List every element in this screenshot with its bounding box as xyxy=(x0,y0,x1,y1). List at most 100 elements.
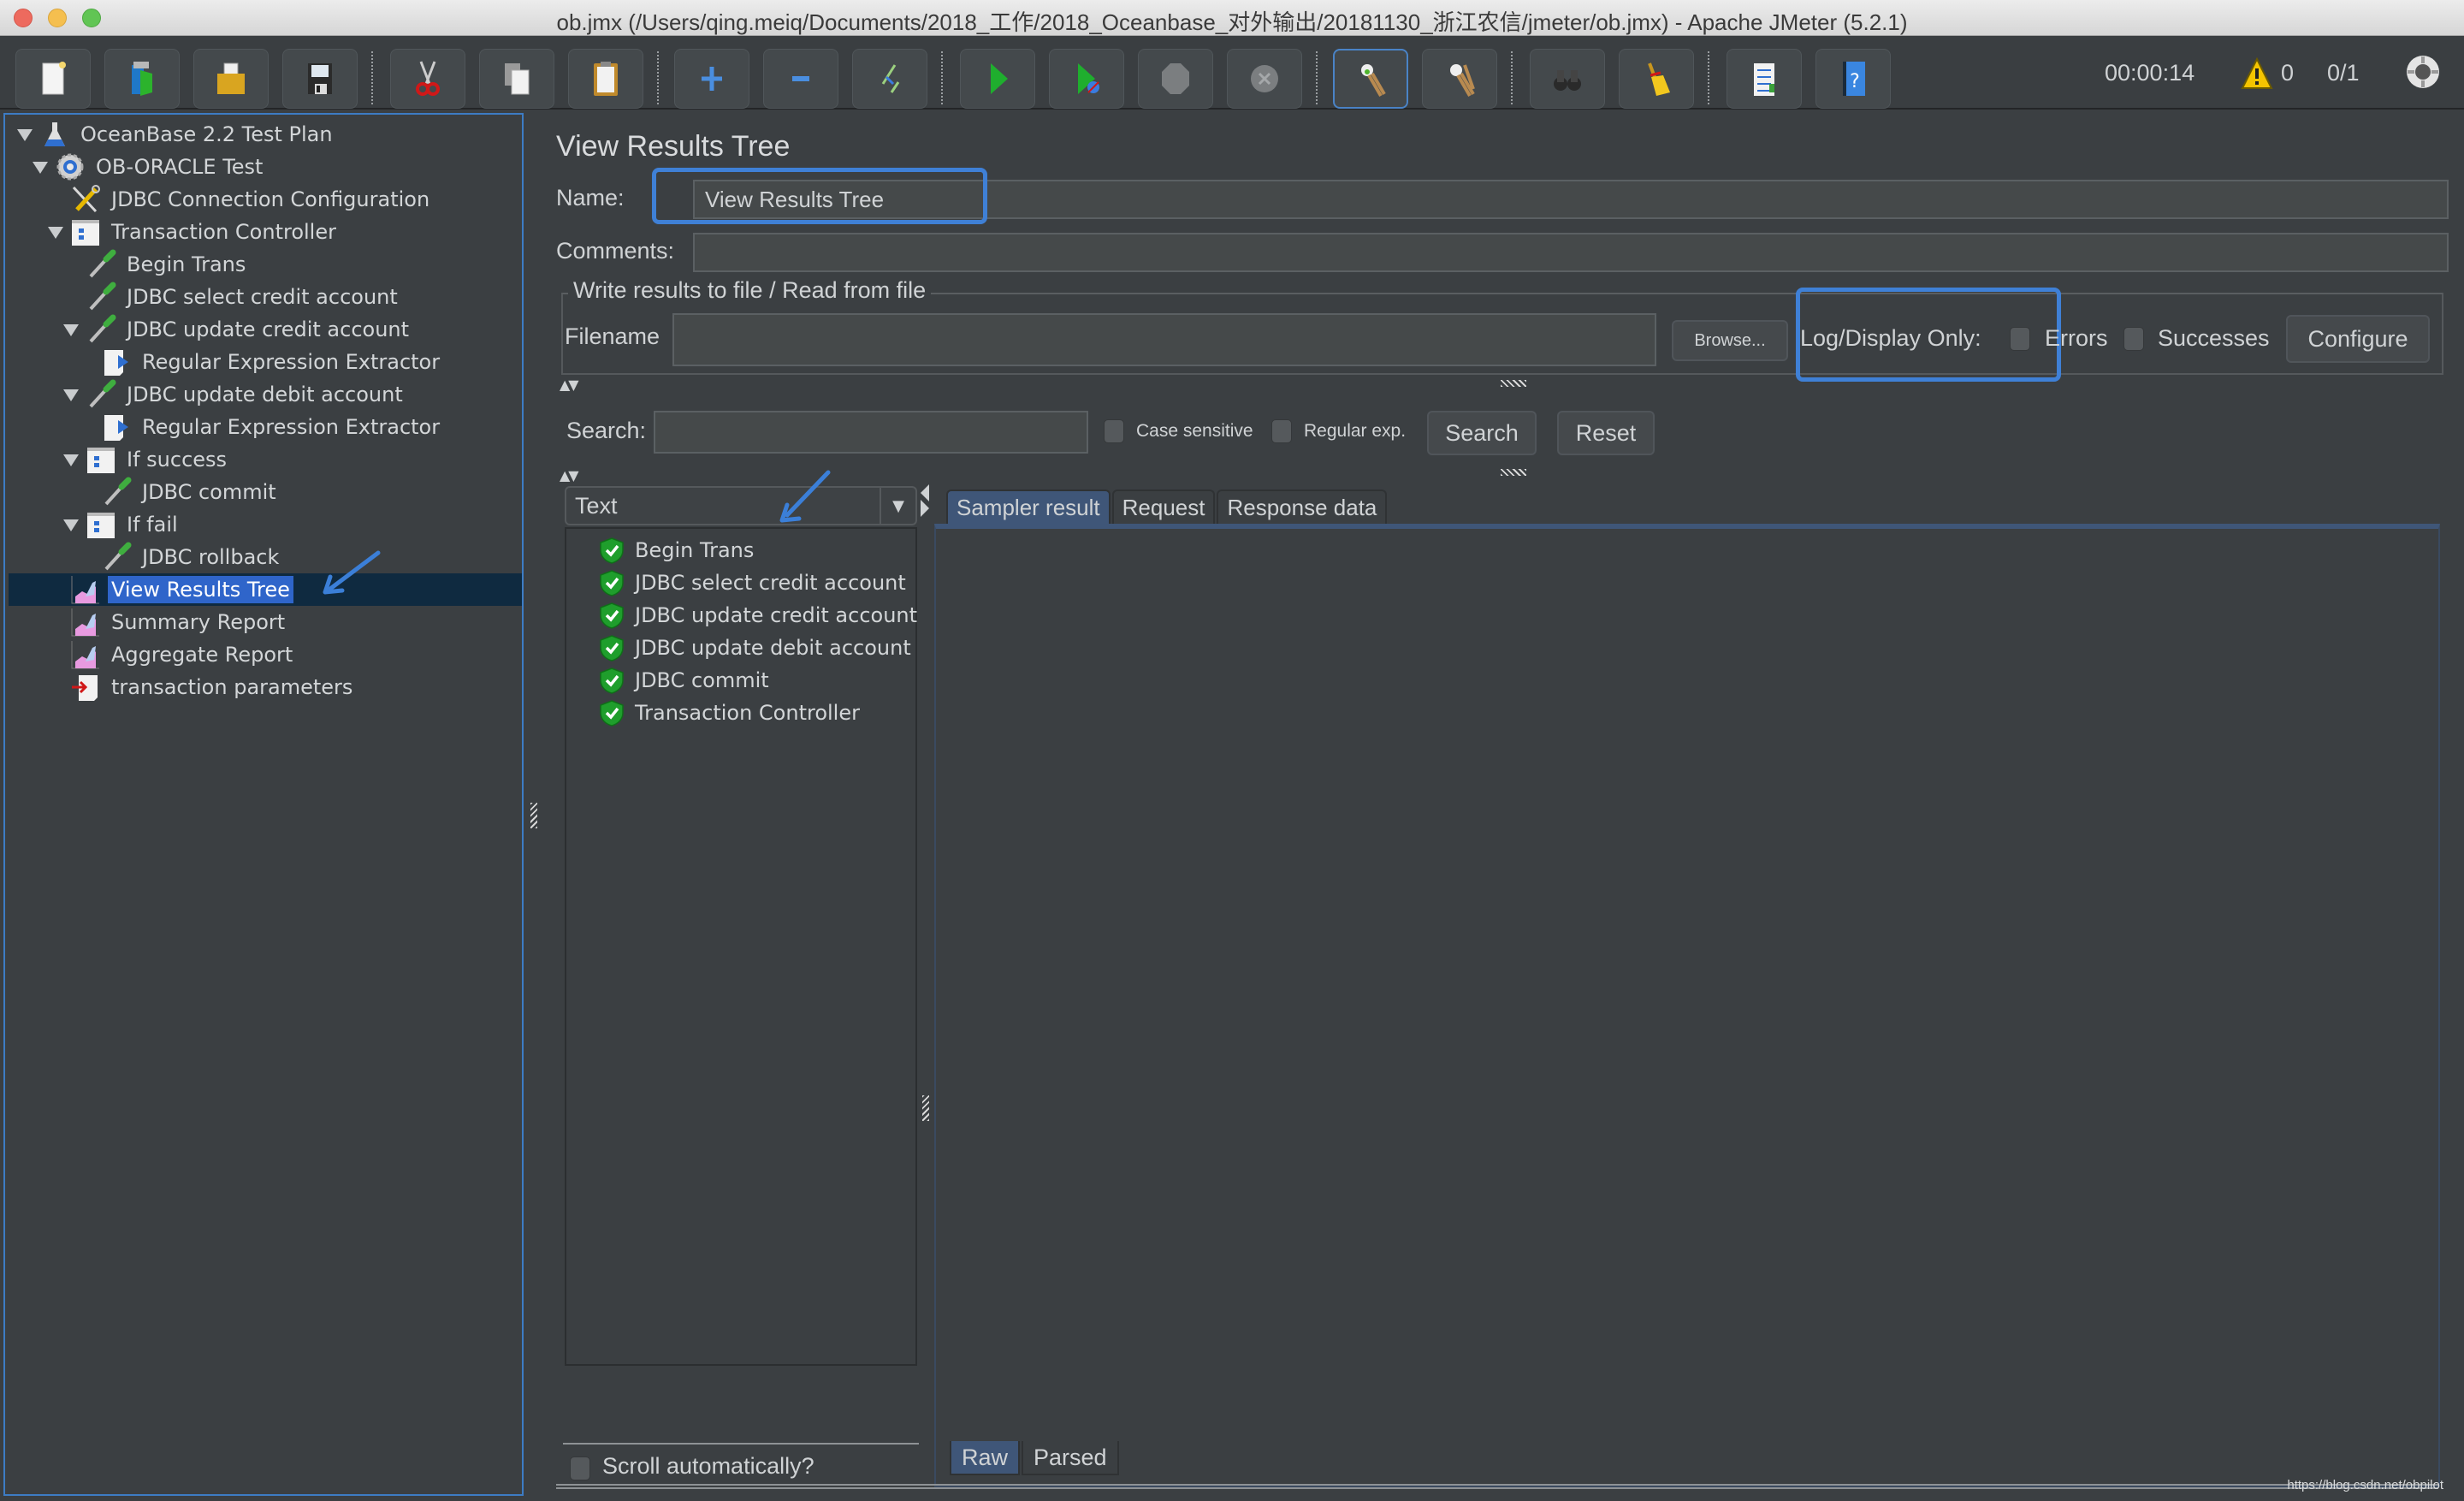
tab-parsed[interactable]: Parsed xyxy=(1022,1441,1119,1475)
split-grip-handle[interactable] xyxy=(530,803,537,828)
tree-item[interactable]: JDBC update debit account xyxy=(62,378,406,411)
sample-results-tree[interactable]: Begin Trans JDBC select credit account JDB… xyxy=(565,527,917,1366)
tree-item[interactable]: Regular Expression Extractor xyxy=(77,411,443,443)
tree-item[interactable]: Begin Trans xyxy=(62,248,249,281)
warning-icon[interactable] xyxy=(2240,56,2274,91)
tree-item-label: If success xyxy=(127,448,228,472)
shutdown-button[interactable] xyxy=(1227,49,1302,109)
annotation-arrow xyxy=(323,550,381,595)
expand-toggle-icon[interactable] xyxy=(62,515,80,534)
result-item[interactable]: Begin Trans xyxy=(599,534,754,567)
tree-item[interactable]: JDBC update credit account xyxy=(62,313,412,346)
tree-item[interactable]: OceanBase 2.2 Test Plan xyxy=(15,118,336,151)
result-item-label: Begin Trans xyxy=(635,538,755,562)
comments-input[interactable] xyxy=(693,233,2449,272)
expand-toggle-icon[interactable] xyxy=(62,385,80,404)
filename-input[interactable] xyxy=(672,313,1656,366)
tree-item[interactable]: Regular Expression Extractor xyxy=(77,346,443,378)
tab-raw[interactable]: Raw xyxy=(950,1441,1021,1475)
divider xyxy=(563,1443,919,1446)
configure-button[interactable]: Configure xyxy=(2286,315,2430,363)
tree-item[interactable]: If fail xyxy=(62,508,181,541)
split-grip-handle[interactable] xyxy=(922,1095,929,1121)
search-input[interactable] xyxy=(654,411,1088,454)
file-search-splitter[interactable]: ▲▼ xyxy=(553,375,2443,393)
tree-item[interactable]: View Results Tree xyxy=(46,573,293,606)
cut-button[interactable] xyxy=(390,49,465,109)
expand-toggle-icon[interactable] xyxy=(31,157,50,176)
help-button[interactable]: ? xyxy=(1815,49,1891,109)
paste-button[interactable] xyxy=(568,49,643,109)
renderer-select[interactable]: Text ▼ xyxy=(565,486,917,525)
comments-label: Comments: xyxy=(556,238,675,264)
case-sensitive-checkbox[interactable] xyxy=(1104,419,1124,443)
search-tree-button[interactable] xyxy=(1530,49,1605,109)
tree-item[interactable]: OB-ORACLE Test xyxy=(31,151,266,183)
expand-toggle-icon[interactable] xyxy=(62,450,80,469)
controller-icon xyxy=(70,217,101,247)
warning-count[interactable]: 0 xyxy=(2281,60,2294,86)
copy-icon xyxy=(505,63,530,95)
chevron-down-icon[interactable]: ▼ xyxy=(880,488,915,524)
errors-checkbox[interactable] xyxy=(2010,327,2030,351)
expand-all-button[interactable] xyxy=(674,49,749,109)
result-item[interactable]: Transaction Controller xyxy=(599,697,860,729)
tree-item[interactable]: If success xyxy=(62,443,230,476)
search-button[interactable]: Search xyxy=(1427,411,1537,455)
result-item-label: JDBC select credit account xyxy=(635,571,906,595)
splitter-arrows-icon[interactable]: ▲▼ xyxy=(560,467,579,484)
splitter-arrows-icon[interactable]: ▲▼ xyxy=(560,377,579,393)
collapse-all-button[interactable] xyxy=(763,49,838,109)
split-grip-handle[interactable] xyxy=(1501,469,1526,476)
new-button[interactable] xyxy=(15,49,91,109)
window-title: ob.jmx (/Users/qing.meiq/Documents/2018_… xyxy=(556,9,1908,35)
reset-search-button[interactable] xyxy=(1619,49,1694,109)
result-item[interactable]: JDBC commit xyxy=(599,664,769,697)
split-grip-handle[interactable] xyxy=(1501,380,1526,387)
stop-button[interactable] xyxy=(1138,49,1213,109)
tree-item[interactable]: JDBC rollback xyxy=(77,541,282,573)
toggle-button[interactable] xyxy=(852,49,927,109)
copy-button[interactable] xyxy=(479,49,554,109)
result-item[interactable]: JDBC update credit account xyxy=(599,599,917,632)
tree-item[interactable]: Aggregate Report xyxy=(46,638,296,671)
templates-button[interactable] xyxy=(104,49,180,109)
tree-item[interactable]: transaction parameters xyxy=(46,671,356,703)
test-plan-tree[interactable]: OceanBase 2.2 Test Plan OB-ORACLE Test JDB… xyxy=(3,113,524,1496)
main-split-divider[interactable] xyxy=(524,111,548,1498)
clear-button[interactable] xyxy=(1333,49,1408,109)
open-button[interactable] xyxy=(193,49,269,109)
successes-checkbox[interactable] xyxy=(2123,327,2144,351)
result-item[interactable]: JDBC select credit account xyxy=(599,567,906,599)
templates-icon xyxy=(132,62,152,96)
expand-toggle-icon[interactable] xyxy=(15,125,34,144)
start-button[interactable] xyxy=(960,49,1035,109)
tree-item[interactable]: JDBC select credit account xyxy=(62,281,401,313)
reset-button[interactable]: Reset xyxy=(1557,411,1655,455)
result-item[interactable]: JDBC update debit account xyxy=(599,632,911,664)
result-item-label: JDBC update credit account xyxy=(635,603,918,627)
remote-engines-icon[interactable] xyxy=(2404,53,2442,91)
tab-sampler-result[interactable]: Sampler result xyxy=(946,489,1111,524)
splitter-arrows-icon[interactable] xyxy=(919,483,931,517)
browse-button[interactable]: Browse... xyxy=(1672,320,1788,361)
svg-text:?: ? xyxy=(1850,71,1860,92)
expand-toggle-icon[interactable] xyxy=(46,222,65,241)
expand-toggle-icon[interactable] xyxy=(62,320,80,339)
regular-exp-checkbox[interactable] xyxy=(1271,419,1292,443)
tab-response-data[interactable]: Response data xyxy=(1217,489,1388,524)
start-no-pauses-button[interactable] xyxy=(1049,49,1124,109)
file-group-title: Write results to file / Read from file xyxy=(568,277,932,304)
list-detail-splitter[interactable] xyxy=(917,479,934,1489)
save-button[interactable] xyxy=(282,49,358,109)
play-icon xyxy=(991,63,1008,94)
clear-all-button[interactable] xyxy=(1422,49,1497,109)
tree-item[interactable]: JDBC Connection Configuration xyxy=(46,183,433,216)
function-helper-button[interactable] xyxy=(1727,49,1802,109)
tree-item[interactable]: JDBC commit xyxy=(77,476,280,508)
tab-request[interactable]: Request xyxy=(1111,489,1216,524)
scroll-automatically-checkbox[interactable] xyxy=(570,1457,590,1480)
tree-item[interactable]: Transaction Controller xyxy=(46,216,340,248)
tree-item-label: JDBC Connection Configuration xyxy=(111,187,430,211)
tree-item[interactable]: Summary Report xyxy=(46,606,288,638)
